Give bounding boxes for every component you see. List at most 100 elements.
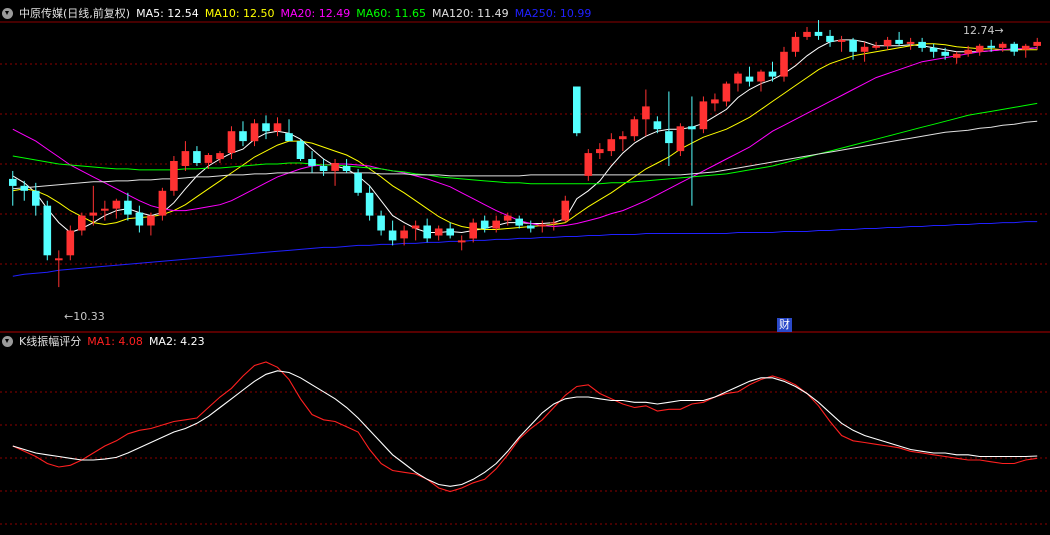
candle-body xyxy=(411,225,420,229)
indicator-title: K线振幅评分 xyxy=(19,335,82,348)
candle-body xyxy=(377,215,385,231)
candle-body xyxy=(860,46,869,52)
line-ma60 xyxy=(12,102,1038,185)
candle-body xyxy=(699,101,708,130)
candle-body xyxy=(906,41,915,44)
candle-body xyxy=(630,119,639,137)
line-ma2 xyxy=(12,370,1038,487)
candle xyxy=(952,51,961,64)
candle xyxy=(515,215,523,229)
sub-legend: K线振幅评分 MA1: 4.08 MA2: 4.23 xyxy=(2,333,211,351)
candle xyxy=(469,218,477,243)
candle-body xyxy=(607,139,616,152)
candle-body xyxy=(803,31,811,37)
candle-body xyxy=(573,86,581,134)
candle-body xyxy=(400,230,408,239)
legend-ma60: MA60: 11.65 xyxy=(356,7,426,20)
candle-body xyxy=(596,149,604,154)
candle xyxy=(1010,41,1018,56)
candle xyxy=(757,69,765,92)
candle-body xyxy=(78,215,86,231)
candle xyxy=(388,220,397,246)
candlesticks xyxy=(9,20,1041,288)
candle-body xyxy=(642,106,650,120)
candle xyxy=(112,198,121,219)
candle xyxy=(446,222,454,239)
candle xyxy=(722,81,731,107)
candle xyxy=(89,185,98,226)
candle-body xyxy=(32,190,40,206)
candle-body xyxy=(757,71,765,82)
candle-body xyxy=(319,166,328,171)
candle-body xyxy=(158,190,167,216)
candle xyxy=(872,41,880,50)
candle xyxy=(596,143,604,160)
candle xyxy=(170,156,178,196)
candle-body xyxy=(1033,41,1041,46)
candle-body xyxy=(262,123,270,132)
candle xyxy=(734,71,742,92)
dropdown-icon[interactable] xyxy=(2,8,13,19)
legend-ma120: MA120: 11.49 xyxy=(431,7,509,20)
candle xyxy=(791,31,800,57)
candle xyxy=(918,37,926,52)
candle-body xyxy=(480,220,489,229)
line-ma1 xyxy=(12,361,1038,493)
candle xyxy=(883,36,892,50)
candle-body xyxy=(124,200,132,215)
candle xyxy=(400,225,408,246)
line-ma250 xyxy=(12,221,1038,277)
candle-body xyxy=(503,215,512,221)
candle xyxy=(43,200,52,261)
candle-body xyxy=(308,159,316,166)
candle xyxy=(814,20,823,40)
candle-body xyxy=(216,153,224,160)
candle-body xyxy=(941,51,949,56)
candle xyxy=(860,41,869,62)
line-ma120 xyxy=(12,120,1038,190)
candle xyxy=(434,225,443,241)
candle-body xyxy=(550,222,558,224)
candle xyxy=(561,195,570,223)
candle-body xyxy=(653,121,662,130)
candle-body xyxy=(929,47,938,52)
candle-body xyxy=(193,151,201,163)
amplitude-lines xyxy=(12,361,1038,493)
candle-body xyxy=(285,133,293,142)
candle-body xyxy=(791,36,800,52)
candle xyxy=(78,212,86,236)
candle-body xyxy=(446,228,454,236)
candle xyxy=(55,250,63,288)
candle-body xyxy=(66,230,75,256)
finance-badge[interactable]: 财 xyxy=(777,318,792,332)
candle xyxy=(1021,43,1030,58)
candle xyxy=(273,117,282,137)
candle xyxy=(895,31,903,46)
candle-body xyxy=(849,39,857,52)
candle xyxy=(711,93,719,112)
candle-body xyxy=(147,215,155,226)
candle xyxy=(837,35,846,52)
candle-body xyxy=(354,172,362,193)
legend-ma5: MA5: 12.54 xyxy=(136,7,199,20)
dropdown-icon[interactable] xyxy=(2,336,13,347)
candle xyxy=(308,151,316,173)
candle-body xyxy=(55,258,63,261)
main-moving-averages xyxy=(12,39,1038,277)
candle xyxy=(296,139,305,161)
candle-body xyxy=(780,51,788,77)
candle-body xyxy=(814,31,823,36)
candle xyxy=(285,119,293,142)
candle-body xyxy=(768,71,777,77)
candle xyxy=(262,115,270,140)
candle-body xyxy=(43,205,52,256)
candle-body xyxy=(296,141,305,159)
candle-body xyxy=(722,83,731,102)
candle xyxy=(216,151,224,163)
candle-body xyxy=(135,212,144,226)
candle xyxy=(147,212,155,236)
candle-body xyxy=(561,200,570,221)
candle-body xyxy=(711,99,719,104)
legend-ma20: MA20: 12.49 xyxy=(280,7,351,20)
candle-body xyxy=(688,126,696,130)
